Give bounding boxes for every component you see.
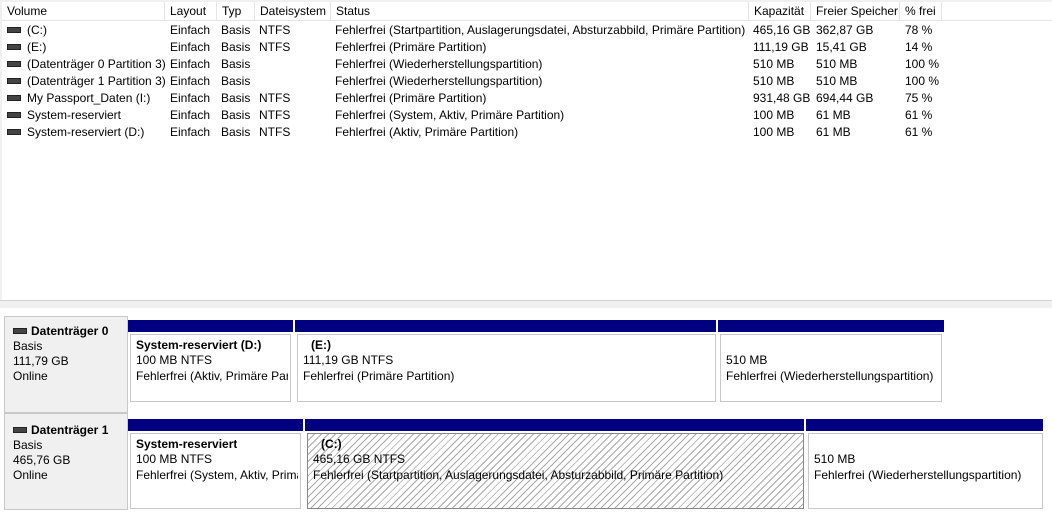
partition-recovery-disk0[interactable]: 510 MB Fehlerfrei (Wiederherstellungspar… bbox=[720, 334, 942, 402]
volume-row[interactable]: (C:) Einfach Basis NTFS Fehlerfrei (Star… bbox=[2, 22, 942, 39]
volume-icon bbox=[7, 26, 21, 33]
volume-row[interactable]: System-reserviert (D:) Einfach Basis NTF… bbox=[2, 124, 942, 141]
disk-info-panel[interactable]: Datenträger 1 Basis 465,76 GB Online bbox=[4, 413, 128, 510]
col-header-layout[interactable]: Layout bbox=[165, 2, 217, 20]
partition-bar bbox=[128, 320, 293, 332]
partition-bar bbox=[128, 419, 303, 431]
volume-list: Volume Layout Typ Dateisystem Status Kap… bbox=[2, 2, 1052, 300]
partition-bar bbox=[718, 320, 944, 332]
partition-bar bbox=[806, 419, 1043, 431]
col-header-kapazitaet[interactable]: Kapazität bbox=[749, 2, 811, 20]
volume-icon bbox=[7, 111, 21, 118]
partition-bar bbox=[305, 419, 804, 431]
volume-icon bbox=[7, 128, 21, 135]
col-header-freier-speicher[interactable]: Freier Speicher bbox=[811, 2, 900, 20]
volume-row[interactable]: (E:) Einfach Basis NTFS Fehlerfrei (Prim… bbox=[2, 39, 942, 56]
volume-icon bbox=[7, 94, 21, 101]
volume-icon bbox=[7, 60, 21, 67]
partition-system-reserviert[interactable]: System-reserviert 100 MB NTFS Fehlerfrei… bbox=[130, 433, 301, 509]
volume-icon bbox=[7, 43, 21, 50]
volume-icon bbox=[7, 77, 21, 84]
volume-row[interactable]: (Datenträger 1 Partition 3) Einfach Basi… bbox=[2, 73, 942, 90]
col-header-status[interactable]: Status bbox=[331, 2, 749, 20]
volume-row[interactable]: (Datenträger 0 Partition 3) Einfach Basi… bbox=[2, 56, 942, 73]
disk-row: Datenträger 0 Basis 111,79 GB Online Sys… bbox=[2, 316, 1052, 413]
col-header-volume[interactable]: Volume bbox=[2, 2, 165, 20]
partition-system-reserviert-d[interactable]: System-reserviert (D:) 100 MB NTFS Fehle… bbox=[130, 334, 291, 402]
volume-row[interactable]: System-reserviert Einfach Basis NTFS Feh… bbox=[2, 107, 942, 124]
partition-recovery-disk1[interactable]: 510 MB Fehlerfrei (Wiederherstellungspar… bbox=[808, 433, 1043, 509]
col-header-dateisystem[interactable]: Dateisystem bbox=[255, 2, 331, 20]
volume-row[interactable]: My Passport_Daten (I:) Einfach Basis NTF… bbox=[2, 90, 942, 107]
partition-e[interactable]: (E:) 111,19 GB NTFS Fehlerfrei (Primäre … bbox=[297, 334, 716, 402]
disk-row: Datenträger 1 Basis 465,76 GB Online Sys… bbox=[2, 413, 1052, 510]
disk-icon bbox=[13, 327, 27, 334]
col-header-typ[interactable]: Typ bbox=[217, 2, 255, 20]
disk-map: Datenträger 0 Basis 111,79 GB Online Sys… bbox=[0, 308, 1052, 512]
volume-list-header: Volume Layout Typ Dateisystem Status Kap… bbox=[2, 2, 1052, 21]
partition-bar bbox=[295, 320, 716, 332]
col-header-prozent-frei[interactable]: % frei bbox=[900, 2, 942, 20]
disk-icon bbox=[13, 426, 27, 433]
disk-info-panel[interactable]: Datenträger 0 Basis 111,79 GB Online bbox=[4, 316, 128, 413]
partition-c[interactable]: (C:) 465,16 GB NTFS Fehlerfrei (Startpar… bbox=[307, 433, 804, 509]
